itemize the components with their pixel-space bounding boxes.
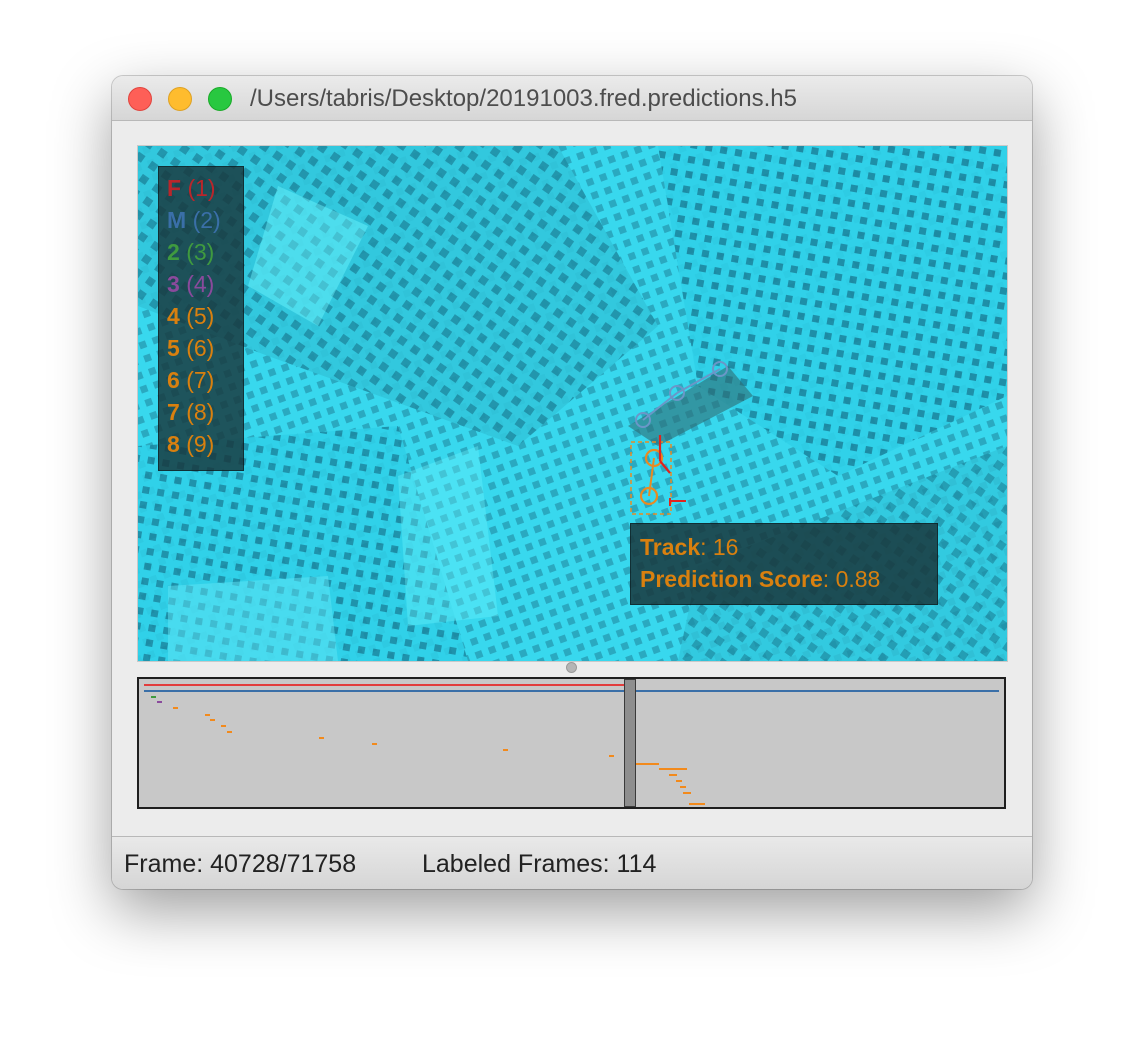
track-value: 16 (712, 534, 739, 560)
timeline-seek-handle[interactable] (624, 679, 636, 807)
score-label: Prediction Score (640, 566, 823, 592)
legend-track-number: (4) (186, 271, 215, 297)
legend-item: M (2) (167, 207, 221, 234)
legend-track-number: (7) (186, 367, 215, 393)
splitter-handle[interactable] (566, 662, 577, 673)
window-title: /Users/tabris/Desktop/20191003.fred.pred… (250, 85, 797, 112)
legend-track-name: M (167, 207, 187, 233)
legend-track-name: 3 (167, 271, 180, 297)
legend-track-name: 4 (167, 303, 180, 329)
legend-item: 5 (6) (167, 335, 214, 362)
legend-item: 8 (9) (167, 431, 214, 458)
legend-item: 2 (3) (167, 239, 214, 266)
legend-item: 7 (8) (167, 399, 214, 426)
track-legend: F (1) M (2) 2 (3) 3 (4) 4 (5) 5 (6) 6 (7) 7 (8)… (158, 166, 244, 471)
title-bar[interactable]: /Users/tabris/Desktop/20191003.fred.pred… (112, 76, 1032, 121)
legend-item: 6 (7) (167, 367, 214, 394)
track-timeline[interactable] (137, 677, 1006, 809)
legend-track-number: (9) (186, 431, 215, 457)
video-frame-view[interactable]: F (1) M (2) 2 (3) 3 (4) 4 (5) 5 (6) 6 (7) 7 (8)… (137, 145, 1008, 662)
legend-track-name: 5 (167, 335, 180, 361)
legend-item: 3 (4) (167, 271, 214, 298)
close-window-button[interactable] (128, 87, 152, 111)
app-window: /Users/tabris/Desktop/20191003.fred.pred… (112, 76, 1032, 889)
score-info: Prediction Score: 0.88 (640, 566, 881, 592)
track-label: Track (640, 534, 701, 560)
legend-item: F (1) (167, 175, 216, 202)
legend-track-number: (5) (186, 303, 215, 329)
legend-track-name: 6 (167, 367, 180, 393)
legend-track-name: 2 (167, 239, 180, 265)
legend-track-number: (3) (186, 239, 215, 265)
legend-track-name: F (167, 175, 182, 201)
labeled-frames-status: Labeled Frames: 114 (422, 850, 657, 878)
legend-track-number: (1) (187, 175, 216, 201)
status-bar: Frame: 40728/71758 Labeled Frames: 114 (112, 836, 1032, 889)
minimize-window-button[interactable] (168, 87, 192, 111)
frame-status: Frame: 40728/71758 (124, 850, 357, 878)
legend-track-name: 7 (167, 399, 180, 425)
timeline-tracks (144, 684, 999, 805)
instance-info-box: Track: 16 Prediction Score: 0.88 (630, 523, 938, 605)
score-value: 0.88 (835, 566, 881, 592)
zoom-window-button[interactable] (208, 87, 232, 111)
legend-track-name: 8 (167, 431, 180, 457)
legend-item: 4 (5) (167, 303, 214, 330)
legend-track-number: (8) (186, 399, 215, 425)
legend-track-number: (6) (186, 335, 215, 361)
legend-track-number: (2) (192, 207, 221, 233)
track-info: Track: 16 (640, 534, 739, 560)
